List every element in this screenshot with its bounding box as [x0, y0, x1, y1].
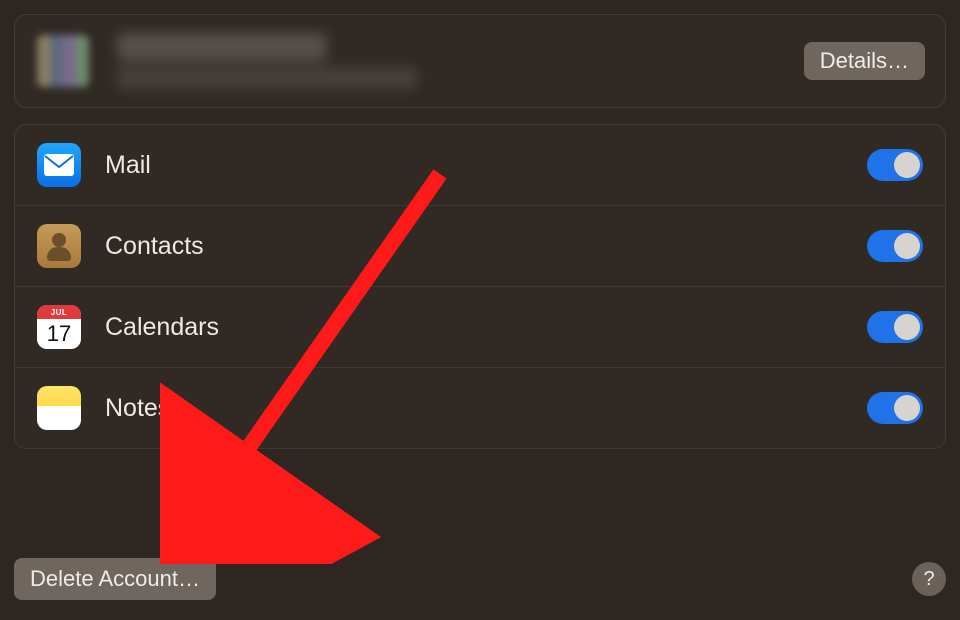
contacts-icon [37, 224, 81, 268]
account-avatar [37, 35, 89, 87]
service-row-notes: Notes [15, 368, 945, 448]
notes-toggle[interactable] [867, 392, 923, 424]
mail-toggle[interactable] [867, 149, 923, 181]
contacts-toggle[interactable] [867, 230, 923, 262]
services-panel: Mail Contacts JUL 17 Calendars Notes [14, 124, 946, 449]
account-email-blurred [117, 67, 417, 89]
details-button[interactable]: Details… [804, 42, 925, 80]
service-row-contacts: Contacts [15, 206, 945, 287]
calendars-toggle[interactable] [867, 311, 923, 343]
delete-account-button[interactable]: Delete Account… [14, 558, 216, 600]
calendar-month-label: JUL [37, 305, 81, 319]
service-row-mail: Mail [15, 125, 945, 206]
mail-icon [37, 143, 81, 187]
service-label: Contacts [105, 232, 867, 261]
service-label: Notes [105, 394, 867, 423]
service-row-calendars: JUL 17 Calendars [15, 287, 945, 368]
account-header-panel: Details… [14, 14, 946, 108]
service-label: Mail [105, 151, 867, 180]
notes-icon [37, 386, 81, 430]
footer: Delete Account… ? [14, 558, 946, 600]
service-label: Calendars [105, 313, 867, 342]
help-button[interactable]: ? [912, 562, 946, 596]
calendar-day-label: 17 [47, 319, 71, 349]
account-name-blurred [117, 33, 327, 61]
account-info-text [117, 33, 804, 89]
calendars-icon: JUL 17 [37, 305, 81, 349]
